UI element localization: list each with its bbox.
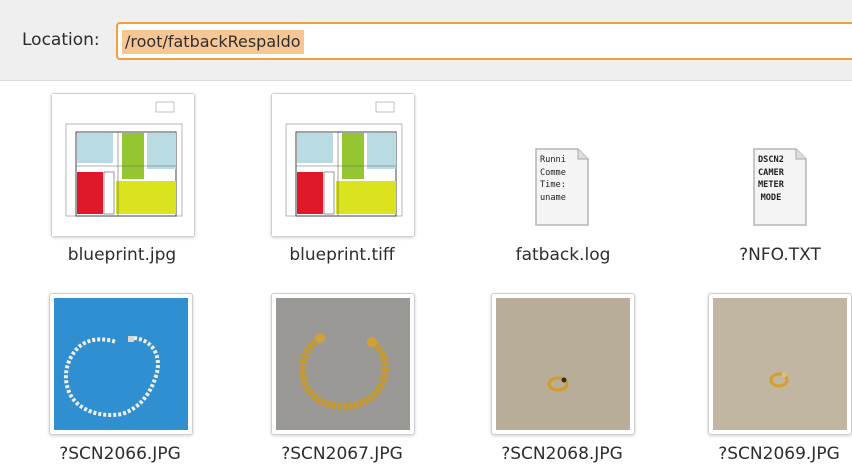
thumbnail [491, 293, 635, 435]
bracelet-photo [276, 298, 410, 430]
text-file-icon: DSCN2 CAMER METER MODE [752, 147, 808, 227]
file-item-scn2068[interactable]: ?SCN2068.JPG [451, 293, 651, 473]
ring-photo [496, 298, 630, 430]
floorplan-image [52, 94, 194, 236]
thumbnail [271, 93, 415, 237]
file-item-nfo-txt[interactable]: DSCN2 CAMER METER MODE ?NFO.TXT [678, 93, 852, 273]
necklace-photo [54, 298, 188, 430]
file-item-fatback-log[interactable]: Runni Comme Time: uname fatback.log [460, 93, 660, 273]
ring-photo [713, 298, 847, 430]
file-item-blueprint-jpg[interactable]: blueprint.jpg [9, 93, 209, 273]
file-name: ?NFO.TXT [739, 245, 821, 265]
location-bar: Location: /root/fatbackRespaldo [0, 0, 852, 81]
file-name: fatback.log [515, 245, 611, 265]
file-item-scn2066[interactable]: ?SCN2066.JPG [9, 293, 209, 473]
file-name: ?SCN2069.JPG [718, 444, 840, 464]
file-item-scn2067[interactable]: ?SCN2067.JPG [231, 293, 431, 473]
location-input[interactable]: /root/fatbackRespaldo [116, 22, 852, 60]
text-preview: Runni Comme Time: uname [540, 155, 566, 203]
file-name: blueprint.tiff [289, 245, 395, 265]
text-file-icon: Runni Comme Time: uname [534, 147, 590, 227]
file-name: ?SCN2066.JPG [59, 444, 181, 464]
floorplan-image [272, 94, 414, 236]
text-preview: DSCN2 CAMER METER MODE [758, 155, 784, 203]
location-label: Location: [22, 30, 100, 50]
thumbnail [271, 293, 415, 435]
file-name: ?SCN2068.JPG [501, 444, 623, 464]
file-item-blueprint-tiff[interactable]: blueprint.tiff [229, 93, 429, 273]
thumbnail [51, 93, 195, 237]
location-path-text[interactable]: /root/fatbackRespaldo [122, 30, 304, 54]
thumbnail [49, 293, 193, 435]
file-name: blueprint.jpg [67, 245, 177, 265]
file-item-scn2069[interactable]: ?SCN2069.JPG [668, 293, 852, 473]
thumbnail [708, 293, 852, 435]
file-name: ?SCN2067.JPG [281, 444, 403, 464]
